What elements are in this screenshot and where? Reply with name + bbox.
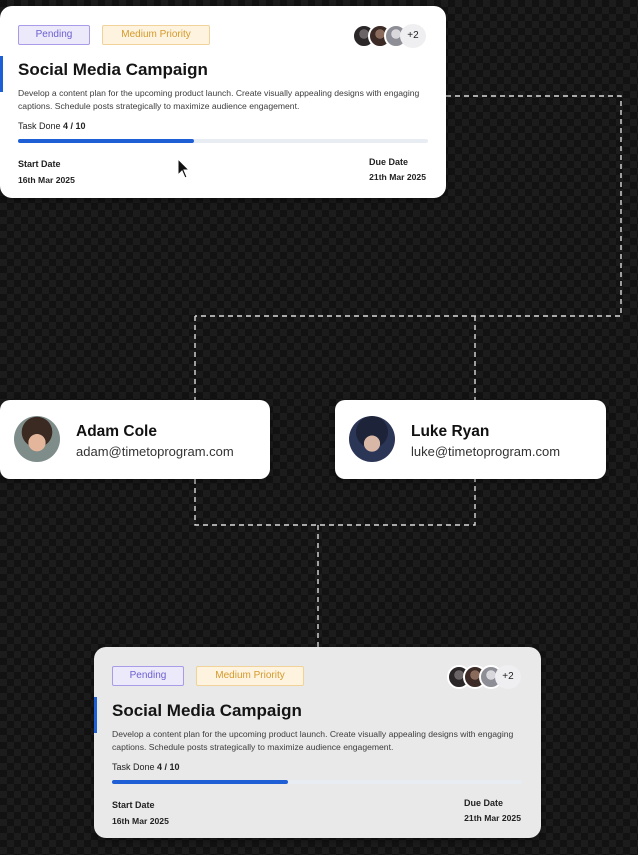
- task-card[interactable]: Pending Medium Priority +2 Social Media …: [0, 6, 446, 198]
- extra-members-count: +2: [400, 24, 426, 48]
- connector-people-to-bottom-card: [194, 479, 476, 647]
- member-avatar-group[interactable]: +2: [352, 24, 428, 48]
- priority-badge: Medium Priority: [102, 25, 210, 45]
- due-date-value: 21th Mar 2025: [369, 172, 426, 182]
- progress-label-text: Task Done: [112, 762, 155, 772]
- person-card-luke[interactable]: Luke Ryan luke@timetoprogram.com: [335, 400, 606, 479]
- due-date-label: Due Date: [463, 798, 503, 808]
- task-card-preview[interactable]: Pending Medium Priority +2 Social Media …: [94, 647, 541, 838]
- start-date-label: Start Date: [18, 159, 61, 169]
- start-date-label: Start Date: [112, 800, 155, 810]
- person-name: Luke Ryan: [411, 423, 490, 440]
- person-name: Adam Cole: [76, 423, 157, 440]
- arrow-cursor-icon: [177, 158, 191, 179]
- start-date-value: 16th Mar 2025: [18, 175, 75, 185]
- card-accent-bar: [94, 697, 97, 733]
- task-description: Develop a content plan for the upcoming …: [112, 729, 514, 752]
- progress-fill: [112, 780, 289, 784]
- progress-label-text: Task Done: [18, 121, 61, 131]
- status-badge: Pending: [112, 666, 184, 686]
- task-description: Develop a content plan for the upcoming …: [18, 88, 420, 111]
- progress-label: Task Done 4 / 10: [112, 762, 180, 772]
- task-title: Social Media Campaign: [112, 701, 302, 720]
- due-date-label: Due Date: [368, 157, 408, 167]
- progress-fill: [18, 139, 195, 143]
- progress-bar: [18, 139, 428, 143]
- priority-badge: Medium Priority: [196, 666, 304, 686]
- avatar: [14, 416, 60, 462]
- extra-members-count: +2: [495, 665, 521, 689]
- progress-bar: [112, 780, 522, 784]
- avatar: [349, 416, 395, 462]
- status-badge: Pending: [18, 25, 90, 45]
- person-card-adam[interactable]: Adam Cole adam@timetoprogram.com: [0, 400, 270, 479]
- card-accent-bar: [0, 56, 3, 92]
- progress-value: 4 / 10: [63, 121, 86, 131]
- due-date-value: 21th Mar 2025: [464, 813, 521, 823]
- person-email: luke@timetoprogram.com: [411, 444, 561, 459]
- task-title: Social Media Campaign: [18, 60, 208, 79]
- person-email: adam@timetoprogram.com: [76, 444, 234, 459]
- progress-value: 4 / 10: [157, 762, 180, 772]
- member-avatar-group[interactable]: +2: [447, 665, 523, 689]
- progress-label: Task Done 4 / 10: [18, 121, 86, 131]
- start-date-value: 16th Mar 2025: [112, 816, 169, 826]
